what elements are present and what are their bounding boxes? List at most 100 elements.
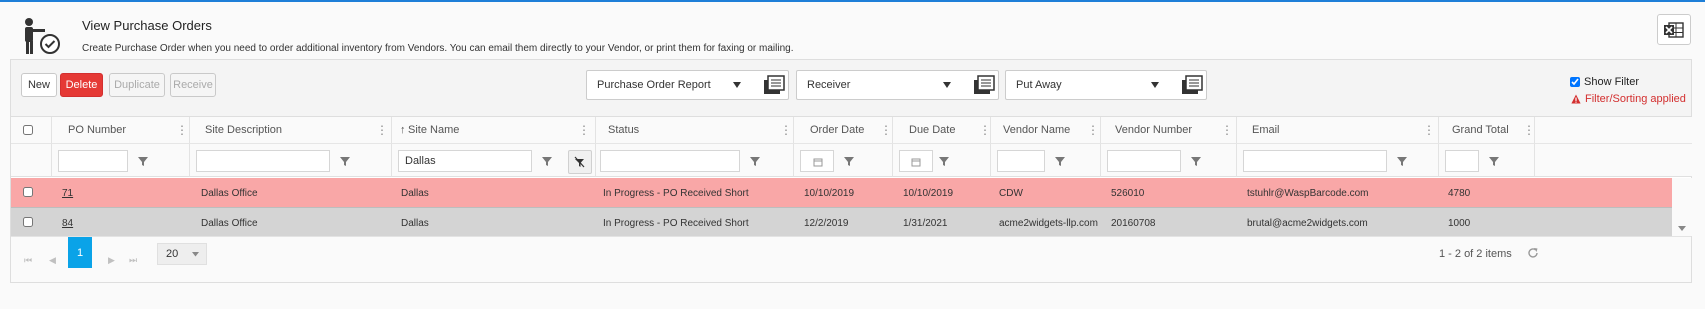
column-label: Email bbox=[1252, 124, 1280, 136]
column-label: Vendor Number bbox=[1115, 124, 1193, 136]
vendor-name-filter-input[interactable] bbox=[997, 150, 1045, 172]
report-select-purchase-order[interactable]: Purchase Order Report bbox=[587, 71, 747, 99]
column-menu-icon[interactable]: ⋮ bbox=[1423, 124, 1435, 136]
column-header-vendor-name[interactable]: Vendor Name ⋮ bbox=[991, 117, 1101, 144]
refresh-icon[interactable] bbox=[1526, 246, 1540, 260]
column-menu-icon[interactable]: ⋮ bbox=[780, 124, 792, 136]
print-report-icon[interactable] bbox=[973, 75, 995, 95]
receive-button[interactable]: Receive bbox=[170, 73, 216, 97]
table-row[interactable]: 71 Dallas Office Dallas In Progress - PO… bbox=[11, 178, 1672, 207]
cell-email: tstuhlr@WaspBarcode.com bbox=[1247, 188, 1369, 199]
show-filter-toggle[interactable]: Show Filter bbox=[1570, 76, 1639, 88]
filter-icon[interactable] bbox=[538, 152, 556, 170]
select-all-header bbox=[11, 117, 52, 144]
column-menu-icon[interactable]: ⋮ bbox=[578, 124, 590, 136]
new-button[interactable]: New bbox=[21, 73, 57, 97]
site-name-filter-input[interactable] bbox=[398, 150, 532, 172]
po-number-link[interactable]: 84 bbox=[62, 218, 73, 229]
show-filter-checkbox[interactable] bbox=[1570, 77, 1580, 87]
vertical-scrollbar[interactable] bbox=[1672, 178, 1692, 236]
filter-icon[interactable] bbox=[746, 152, 764, 170]
column-menu-icon[interactable]: ⋮ bbox=[176, 124, 188, 136]
column-label: Site Description bbox=[205, 124, 283, 136]
toolbar: New Delete Duplicate Receive Purchase Or… bbox=[10, 59, 1692, 117]
filter-icon[interactable] bbox=[935, 152, 953, 170]
report-select-receiver[interactable]: Receiver bbox=[797, 71, 957, 99]
filter-cell-grand-total bbox=[1439, 144, 1535, 177]
select-all-checkbox[interactable] bbox=[23, 125, 33, 135]
chevron-down-icon bbox=[733, 82, 741, 88]
filter-icon[interactable] bbox=[1051, 152, 1069, 170]
page-button-current[interactable]: 1 bbox=[68, 237, 92, 268]
cell-due-date: 1/31/2021 bbox=[903, 218, 948, 229]
filter-applied-notice: Filter/Sorting applied bbox=[1571, 93, 1686, 105]
show-filter-label: Show Filter bbox=[1584, 76, 1640, 88]
export-excel-button[interactable] bbox=[1657, 14, 1691, 45]
email-filter-input[interactable] bbox=[1243, 150, 1387, 172]
last-page-icon[interactable]: ⏭ bbox=[129, 255, 137, 266]
scroll-down-icon[interactable] bbox=[1678, 226, 1686, 232]
row-select-checkbox[interactable] bbox=[23, 217, 33, 227]
column-menu-icon[interactable]: ⋮ bbox=[880, 124, 892, 136]
filter-cell-vendor-number bbox=[1101, 144, 1237, 177]
filter-icon[interactable] bbox=[134, 152, 152, 170]
column-header-site-description[interactable]: Site Description ⋮ bbox=[190, 117, 392, 144]
purchase-order-report-picker: Purchase Order Report bbox=[586, 70, 789, 100]
column-header-vendor-number[interactable]: Vendor Number ⋮ bbox=[1101, 117, 1237, 144]
table-row[interactable]: 84 Dallas Office Dallas In Progress - PO… bbox=[11, 207, 1672, 236]
sort-ascending-icon: ↑ bbox=[400, 124, 406, 136]
column-menu-icon[interactable]: ⋮ bbox=[1087, 124, 1099, 136]
column-header-order-date[interactable]: Order Date ⋮ bbox=[794, 117, 893, 144]
column-header-site-name[interactable]: ↑ Site Name ⋮ bbox=[392, 117, 596, 144]
po-number-filter-input[interactable] bbox=[58, 150, 128, 172]
status-filter-input[interactable] bbox=[600, 150, 740, 172]
print-report-icon[interactable] bbox=[763, 75, 785, 95]
cell-grand-total: 1000 bbox=[1448, 218, 1471, 229]
filter-icon[interactable] bbox=[336, 152, 354, 170]
cell-order-date: 12/2/2019 bbox=[804, 218, 849, 229]
calendar-icon[interactable] bbox=[911, 157, 921, 167]
duplicate-button[interactable]: Duplicate bbox=[109, 73, 165, 97]
vendor-number-filter-input[interactable] bbox=[1107, 150, 1181, 172]
next-page-icon[interactable]: ▶ bbox=[108, 255, 115, 266]
column-label: Site Name bbox=[408, 124, 460, 136]
page-size-select[interactable]: 20 bbox=[157, 243, 207, 265]
delete-button[interactable]: Delete bbox=[60, 73, 103, 97]
put-away-report-picker: Put Away bbox=[1005, 70, 1207, 100]
po-number-link[interactable]: 71 bbox=[62, 188, 73, 199]
column-header-po-number[interactable]: PO Number ⋮ bbox=[52, 117, 190, 144]
filter-icon[interactable] bbox=[1485, 152, 1503, 170]
page-header: View Purchase Orders Create Purchase Ord… bbox=[10, 4, 1691, 62]
column-label: Due Date bbox=[909, 124, 956, 136]
grand-total-filter-input[interactable] bbox=[1445, 150, 1479, 172]
calendar-icon[interactable] bbox=[813, 157, 823, 167]
filter-cell-po-number bbox=[52, 144, 190, 177]
column-menu-icon[interactable]: ⋮ bbox=[376, 124, 388, 136]
column-menu-icon[interactable]: ⋮ bbox=[1221, 124, 1233, 136]
clear-filter-button[interactable] bbox=[568, 150, 592, 174]
cell-vendor-number: 526010 bbox=[1111, 188, 1145, 199]
filter-cell-due-date bbox=[893, 144, 991, 177]
filter-icon[interactable] bbox=[1393, 152, 1411, 170]
column-header-due-date[interactable]: Due Date ⋮ bbox=[893, 117, 991, 144]
column-header-status[interactable]: Status ⋮ bbox=[596, 117, 794, 144]
cell-vendor-name: CDW bbox=[999, 188, 1023, 199]
filter-filler bbox=[1535, 144, 1692, 177]
page-title: View Purchase Orders bbox=[82, 18, 212, 33]
first-page-icon[interactable]: ⏮ bbox=[24, 255, 32, 266]
column-header-email[interactable]: Email ⋮ bbox=[1237, 117, 1439, 144]
cell-status: In Progress - PO Received Short bbox=[603, 218, 749, 229]
report-select-put-away[interactable]: Put Away bbox=[1006, 71, 1166, 99]
column-menu-icon[interactable]: ⋮ bbox=[1523, 124, 1535, 136]
warning-icon bbox=[1571, 94, 1581, 104]
pager-info: 1 - 2 of 2 items bbox=[1439, 248, 1512, 260]
column-menu-icon[interactable]: ⋮ bbox=[979, 124, 991, 136]
previous-page-icon[interactable]: ◀ bbox=[49, 255, 56, 266]
print-report-icon[interactable] bbox=[1181, 75, 1203, 95]
row-select-checkbox[interactable] bbox=[23, 187, 33, 197]
filter-icon[interactable] bbox=[1187, 152, 1205, 170]
filter-icon[interactable] bbox=[840, 152, 858, 170]
filter-cell-site-name bbox=[392, 144, 596, 177]
site-description-filter-input[interactable] bbox=[196, 150, 330, 172]
column-header-grand-total[interactable]: Grand Total ⋮ bbox=[1439, 117, 1535, 144]
